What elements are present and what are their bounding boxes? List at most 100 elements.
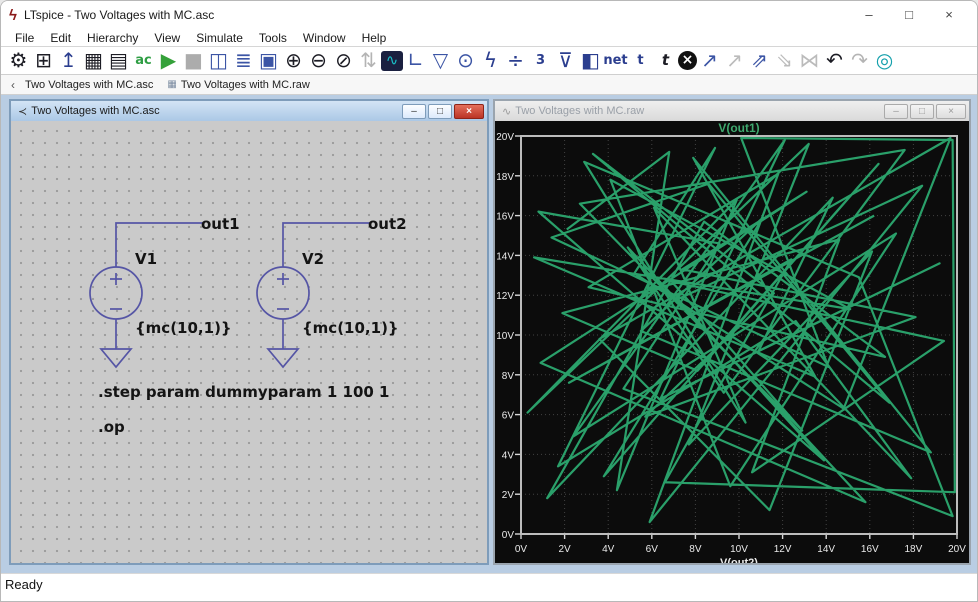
close-button[interactable]: ×: [929, 2, 969, 28]
cascade-windows-icon[interactable]: ▣: [256, 48, 281, 73]
svg-text:20V: 20V: [496, 132, 514, 143]
svg-text:2V: 2V: [502, 490, 515, 501]
redo-icon: ↷: [847, 48, 872, 73]
net-label-icon[interactable]: net: [603, 48, 628, 73]
menu-item[interactable]: Tools: [251, 31, 295, 45]
control-panel-icon[interactable]: ⚙: [6, 48, 31, 73]
value-label-v1[interactable]: {mc(10,1)}: [135, 319, 232, 337]
tile-horizontal-icon[interactable]: ≣: [231, 48, 256, 73]
print-icon[interactable]: ▤: [106, 48, 131, 73]
move-icon[interactable]: ↗: [697, 48, 722, 73]
schematic-canvas[interactable]: out1 V1 {mc(10,1)} out2 V2: [11, 121, 487, 563]
svg-text:4V: 4V: [602, 544, 615, 555]
wire-out1: [116, 223, 203, 267]
ground-symbol-v1: [101, 349, 131, 367]
save-icon[interactable]: ▦: [81, 48, 106, 73]
waveform-plot-area[interactable]: V(out1)0V2V4V6V8V10V12V14V16V18V20V20V18…: [495, 121, 969, 563]
child-maximize-button: □: [910, 104, 934, 119]
svg-text:0V: 0V: [502, 530, 515, 541]
child-minimize-button: –: [884, 104, 908, 119]
menu-item[interactable]: Edit: [42, 31, 79, 45]
svg-text:12V: 12V: [774, 544, 792, 555]
tile-vertical-icon[interactable]: ◫: [206, 48, 231, 73]
child-maximize-button[interactable]: □: [428, 104, 452, 119]
ref-label-v2[interactable]: V2: [302, 250, 324, 268]
menu-item[interactable]: Hierarchy: [79, 31, 146, 45]
svg-text:0V: 0V: [515, 544, 528, 555]
diode-icon[interactable]: ⊽: [553, 48, 578, 73]
spice-directive-op[interactable]: .op: [98, 418, 125, 436]
schematic-doc-icon: ≺: [18, 105, 27, 118]
wire-icon[interactable]: ∟: [403, 48, 428, 73]
wire-out2: [283, 223, 370, 267]
window-title: LTspice - Two Voltages with MC.asc: [24, 8, 214, 22]
find-icon[interactable]: ◎: [872, 48, 897, 73]
net-label-out1[interactable]: out1: [201, 215, 240, 233]
child-close-button: ×: [936, 104, 966, 119]
tabbar: ‹ Two Voltages with MC.asc ▦ Two Voltage…: [1, 75, 977, 95]
menu-item[interactable]: View: [146, 31, 188, 45]
voltage-source-v1[interactable]: out1 V1 {mc(10,1)}: [90, 215, 240, 367]
menu-item[interactable]: Window: [295, 31, 354, 45]
autorange-icon: ⇅: [356, 48, 381, 73]
menu-item[interactable]: File: [7, 31, 42, 45]
child-close-button[interactable]: ×: [454, 104, 484, 119]
tab-scroll-left-icon[interactable]: ‹: [5, 78, 21, 92]
schematic-window: ≺ Two Voltages with MC.asc – □ ×: [9, 99, 489, 565]
ref-label-v1[interactable]: V1: [135, 250, 157, 268]
minimize-button[interactable]: –: [849, 2, 889, 28]
tab-waveform[interactable]: ▦ Two Voltages with MC.raw: [163, 79, 319, 91]
resistor-icon[interactable]: ϟ: [478, 48, 503, 73]
svg-text:4V: 4V: [502, 450, 515, 461]
open-file-icon[interactable]: ↥: [56, 48, 81, 73]
toolbar: ⚙⊞↥▦▤ac▶■◫≣▣⊕⊖⊘⇅∿∟▽⊙ϟ÷3⊽◧nettt×↗↗⇗⇘⋈↶↷◎: [1, 46, 977, 75]
waveform-window-titlebar[interactable]: ∿ Two Voltages with MC.raw – □ ×: [495, 101, 969, 121]
svg-text:12V: 12V: [496, 291, 514, 302]
copy-icon[interactable]: ⇗: [747, 48, 772, 73]
svg-text:14V: 14V: [496, 251, 514, 262]
spice-directive-icon[interactable]: t: [653, 48, 678, 73]
ltspice-logo-icon: ϟ: [9, 7, 17, 24]
waveform-window-title: Two Voltages with MC.raw: [515, 105, 644, 117]
voltage-source-v2[interactable]: out2 V2 {mc(10,1)}: [257, 215, 407, 367]
tab-schematic[interactable]: Two Voltages with MC.asc: [21, 79, 163, 91]
run-icon[interactable]: ▶: [156, 48, 181, 73]
halt-icon: ■: [181, 48, 206, 73]
maximize-button[interactable]: □: [889, 2, 929, 28]
net-label-out2[interactable]: out2: [368, 215, 407, 233]
spice-directive-step[interactable]: .step param dummyparam 1 100 1: [98, 383, 389, 401]
raw-file-icon: ▦: [167, 79, 176, 90]
status-bar: Ready: [1, 573, 977, 602]
new-schematic-icon[interactable]: ⊞: [31, 48, 56, 73]
svg-text:10V: 10V: [496, 331, 514, 342]
capacitor-icon[interactable]: ÷: [503, 48, 528, 73]
svg-text:6V: 6V: [646, 544, 659, 555]
paste-icon: ⇘: [772, 48, 797, 73]
ground-icon[interactable]: ▽: [428, 48, 453, 73]
svg-text:6V: 6V: [502, 411, 515, 422]
undo-icon[interactable]: ↶: [822, 48, 847, 73]
delete-icon[interactable]: ×: [678, 51, 697, 70]
waveform-icon[interactable]: ∿: [381, 51, 403, 71]
mirror-icon: ⋈: [797, 48, 822, 73]
zoom-out-icon[interactable]: ⊖: [306, 48, 331, 73]
simulation-settings-icon[interactable]: ac: [131, 48, 156, 73]
text-icon[interactable]: t: [628, 48, 653, 73]
schematic-window-titlebar[interactable]: ≺ Two Voltages with MC.asc – □ ×: [11, 101, 487, 121]
svg-text:8V: 8V: [689, 544, 702, 555]
svg-text:V(out1): V(out1): [718, 121, 759, 135]
titlebar[interactable]: ϟ LTspice - Two Voltages with MC.asc – □…: [1, 1, 977, 29]
voltage-source-icon[interactable]: ⊙: [453, 48, 478, 73]
svg-text:16V: 16V: [861, 544, 879, 555]
value-label-v2[interactable]: {mc(10,1)}: [302, 319, 399, 337]
component-icon[interactable]: ◧: [578, 48, 603, 73]
ltspice-window: ϟ LTspice - Two Voltages with MC.asc – □…: [0, 0, 978, 602]
menu-item[interactable]: Help: [354, 31, 395, 45]
zoom-full-extents-icon[interactable]: ⊘: [331, 48, 356, 73]
child-minimize-button[interactable]: –: [402, 104, 426, 119]
inductor-icon[interactable]: 3: [528, 48, 553, 73]
zoom-in-icon[interactable]: ⊕: [281, 48, 306, 73]
menu-item[interactable]: Simulate: [188, 31, 251, 45]
schematic-drawing: out1 V1 {mc(10,1)} out2 V2: [11, 121, 487, 563]
schematic-window-title: Two Voltages with MC.asc: [31, 105, 159, 117]
